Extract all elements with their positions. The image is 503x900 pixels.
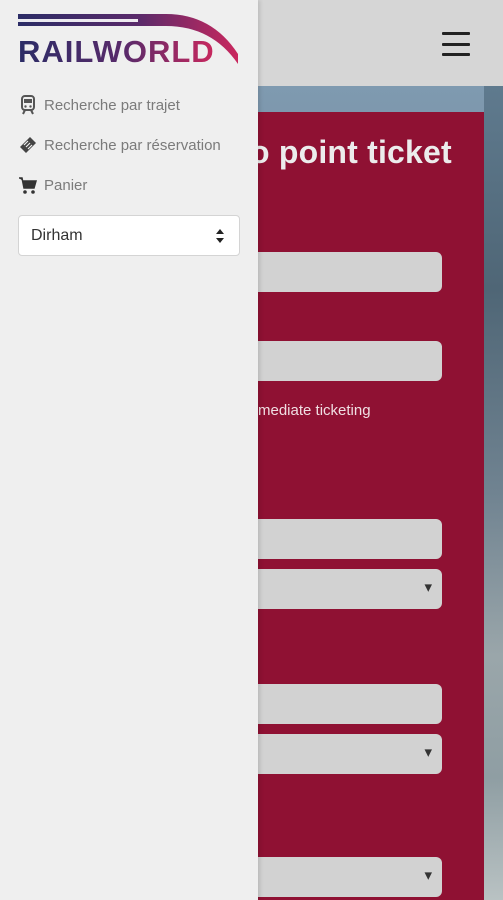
railworld-logo[interactable]: RAILWORLD — [16, 12, 240, 70]
search-form-panel — [240, 112, 484, 900]
sort-caret-icon — [216, 229, 224, 243]
nav-label: Panier — [44, 176, 88, 194]
ticket-icon — [18, 135, 38, 155]
cart-icon — [18, 175, 38, 195]
logo-text: RAILWORLD — [18, 34, 215, 69]
train-icon — [18, 95, 38, 115]
return-date-input[interactable] — [240, 684, 442, 724]
nav-search-by-route[interactable]: Recherche par trajet — [18, 95, 180, 115]
panel-title: o point ticket — [250, 134, 452, 170]
return-time-select[interactable] — [240, 734, 442, 774]
logo-swoosh-icon: RAILWORLD — [18, 14, 238, 69]
currency-value: Dirham — [31, 226, 83, 244]
time-select[interactable] — [240, 569, 442, 609]
side-drawer: RAILWORLD Recherche par trajet Recherche… — [0, 0, 258, 900]
nav-label: Recherche par trajet — [44, 96, 180, 114]
nav-search-by-reservation[interactable]: Recherche par réservation — [18, 135, 221, 155]
nav-label: Recherche par réservation — [44, 136, 221, 154]
passenger-select[interactable] — [240, 857, 442, 897]
nav-cart[interactable]: Panier — [18, 175, 87, 195]
hero-image-edge — [484, 86, 503, 900]
currency-select[interactable]: Dirham — [18, 215, 240, 256]
destination-input[interactable] — [240, 341, 442, 381]
ticketing-note: mediate ticketing — [258, 402, 371, 419]
date-input[interactable] — [240, 519, 442, 559]
origin-input[interactable] — [240, 252, 442, 292]
menu-icon[interactable] — [440, 30, 472, 58]
